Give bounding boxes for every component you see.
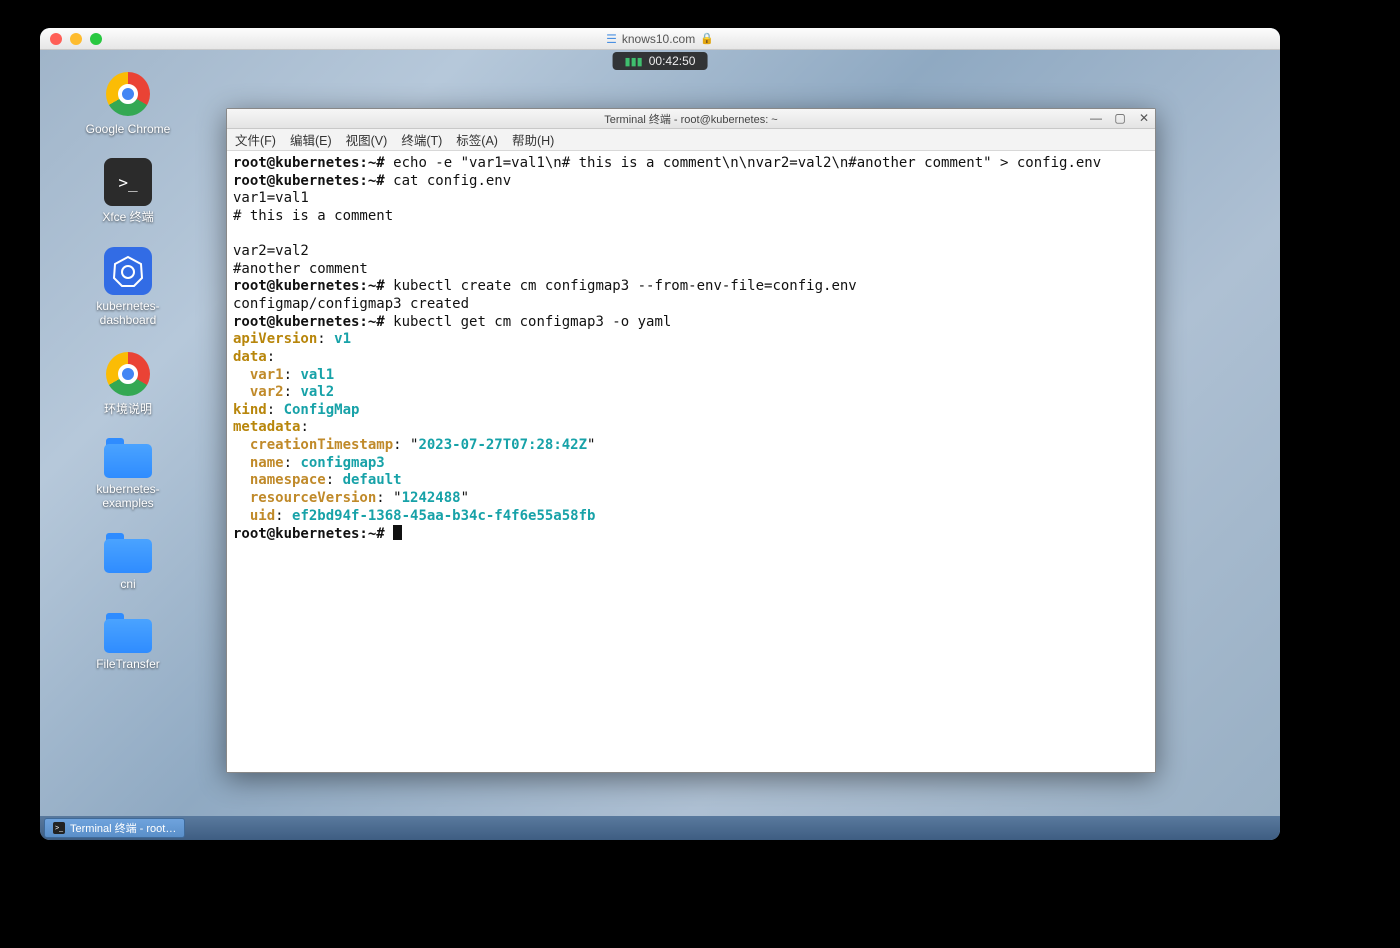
- terminal-window[interactable]: Terminal 终端 - root@kubernetes: ~ — ▢ ✕ 文…: [226, 108, 1156, 773]
- yaml-value: 2023-07-27T07:28:42Z: [418, 437, 587, 453]
- taskbar-item-terminal[interactable]: >_ Terminal 终端 - root…: [44, 818, 185, 838]
- terminal-icon: [104, 158, 152, 206]
- cmd-echo: echo -e "var1=val1\n# this is a comment\…: [393, 155, 1101, 171]
- desktop-icon-filetransfer[interactable]: FileTransfer: [68, 613, 188, 671]
- close-button[interactable]: [50, 33, 62, 45]
- desktop-icon-k8s-examples[interactable]: kubernetes- examples: [68, 438, 188, 511]
- traffic-lights[interactable]: [40, 33, 102, 45]
- folder-icon: [104, 533, 152, 573]
- folder-icon: [104, 438, 152, 478]
- yaml-key: var2: [250, 384, 284, 400]
- yaml-value: default: [343, 472, 402, 488]
- session-clock: ▮▮▮ 00:42:50: [613, 52, 708, 70]
- yaml-value: ConfigMap: [284, 402, 360, 418]
- minimize-button[interactable]: [70, 33, 82, 45]
- desktop-icon-chrome[interactable]: Google Chrome: [68, 70, 188, 136]
- icon-label: Google Chrome: [86, 122, 171, 136]
- yaml-key: namespace: [250, 472, 326, 488]
- desktop-icons: Google Chrome Xfce 终端 kubernetes- dashbo…: [58, 70, 198, 672]
- lock-icon: 🔒: [700, 32, 714, 45]
- prompt: root@kubernetes:~#: [233, 526, 385, 542]
- yaml-value: ef2bd94f-1368-45aa-b34c-f4f6e55a58fb: [292, 508, 595, 524]
- mac-titlebar: ☰ knows10.com 🔒: [40, 28, 1280, 50]
- prompt: root@kubernetes:~#: [233, 155, 385, 171]
- yaml-key: kind: [233, 402, 267, 418]
- browser-url: ☰ knows10.com 🔒: [606, 32, 714, 46]
- kubernetes-icon: [104, 247, 152, 295]
- menu-help[interactable]: 帮助(H): [512, 130, 554, 149]
- desktop-icon-k8s-dashboard[interactable]: kubernetes- dashboard: [68, 247, 188, 328]
- desktop-icon-cni[interactable]: cni: [68, 533, 188, 591]
- menu-tabs[interactable]: 标签(A): [456, 130, 498, 149]
- prompt: root@kubernetes:~#: [233, 278, 385, 294]
- window-controls: — ▢ ✕: [1089, 111, 1151, 125]
- yaml-value: val2: [300, 384, 334, 400]
- yaml-key: resourceVersion: [250, 490, 376, 506]
- yaml-key: apiVersion: [233, 331, 317, 347]
- terminal-icon: >_: [53, 822, 65, 834]
- output-line: var1=val1: [233, 190, 309, 206]
- icon-label: kubernetes- dashboard: [96, 299, 159, 328]
- yaml-value: val1: [300, 367, 334, 383]
- minimize-icon[interactable]: —: [1089, 111, 1103, 125]
- menu-edit[interactable]: 编辑(E): [290, 130, 332, 149]
- icon-label: kubernetes- examples: [96, 482, 159, 511]
- mac-vnc-window: ☰ knows10.com 🔒 ▮▮▮ 00:42:50 Google Chro…: [40, 28, 1280, 840]
- output-line: configmap/configmap3 created: [233, 296, 469, 312]
- site-settings-icon: ☰: [606, 32, 617, 46]
- prompt: root@kubernetes:~#: [233, 314, 385, 330]
- yaml-key: name: [250, 455, 284, 471]
- output-line: # this is a comment: [233, 208, 393, 224]
- taskbar[interactable]: >_ Terminal 终端 - root…: [40, 816, 1280, 840]
- icon-label: FileTransfer: [96, 657, 160, 671]
- maximize-icon[interactable]: ▢: [1113, 111, 1127, 125]
- terminal-title: Terminal 终端 - root@kubernetes: ~: [604, 111, 777, 127]
- cursor: [393, 525, 402, 540]
- signal-icon: ▮▮▮: [625, 55, 643, 68]
- yaml-value: 1242488: [402, 490, 461, 506]
- icon-label: Xfce 终端: [102, 210, 153, 224]
- yaml-key: data: [233, 349, 267, 365]
- yaml-key: metadata: [233, 419, 300, 435]
- taskbar-item-label: Terminal 终端 - root…: [70, 820, 176, 836]
- yaml-quote: ": [587, 437, 595, 453]
- terminal-body[interactable]: root@kubernetes:~# echo -e "var1=val1\n#…: [227, 151, 1155, 772]
- icon-label: cni: [120, 577, 135, 591]
- output-line: var2=val2: [233, 243, 309, 259]
- cmd-kubectl-create: kubectl create cm configmap3 --from-env-…: [393, 278, 857, 294]
- zoom-button[interactable]: [90, 33, 102, 45]
- prompt: root@kubernetes:~#: [233, 173, 385, 189]
- terminal-menubar[interactable]: 文件(F) 编辑(E) 视图(V) 终端(T) 标签(A) 帮助(H): [227, 129, 1155, 151]
- yaml-key: uid: [250, 508, 275, 524]
- chrome-icon: [104, 350, 152, 398]
- close-icon[interactable]: ✕: [1137, 111, 1151, 125]
- folder-icon: [104, 613, 152, 653]
- yaml-key: var1: [250, 367, 284, 383]
- desktop-icon-env-notes[interactable]: 环境说明: [68, 350, 188, 416]
- menu-file[interactable]: 文件(F): [235, 130, 276, 149]
- menu-view[interactable]: 视图(V): [346, 130, 388, 149]
- yaml-value: v1: [334, 331, 351, 347]
- yaml-quote: ": [461, 490, 469, 506]
- chrome-icon: [104, 70, 152, 118]
- desktop-icon-xfce-terminal[interactable]: Xfce 终端: [68, 158, 188, 224]
- terminal-titlebar[interactable]: Terminal 终端 - root@kubernetes: ~ — ▢ ✕: [227, 109, 1155, 129]
- icon-label: 环境说明: [104, 402, 152, 416]
- menu-terminal[interactable]: 终端(T): [401, 130, 442, 149]
- clock-text: 00:42:50: [649, 54, 696, 68]
- yaml-key: creationTimestamp: [250, 437, 393, 453]
- cmd-cat: cat config.env: [393, 173, 511, 189]
- output-line: #another comment: [233, 261, 368, 277]
- yaml-value: configmap3: [300, 455, 384, 471]
- url-text: knows10.com: [622, 32, 695, 46]
- cmd-kubectl-get: kubectl get cm configmap3 -o yaml: [393, 314, 671, 330]
- yaml-quote: ": [393, 490, 401, 506]
